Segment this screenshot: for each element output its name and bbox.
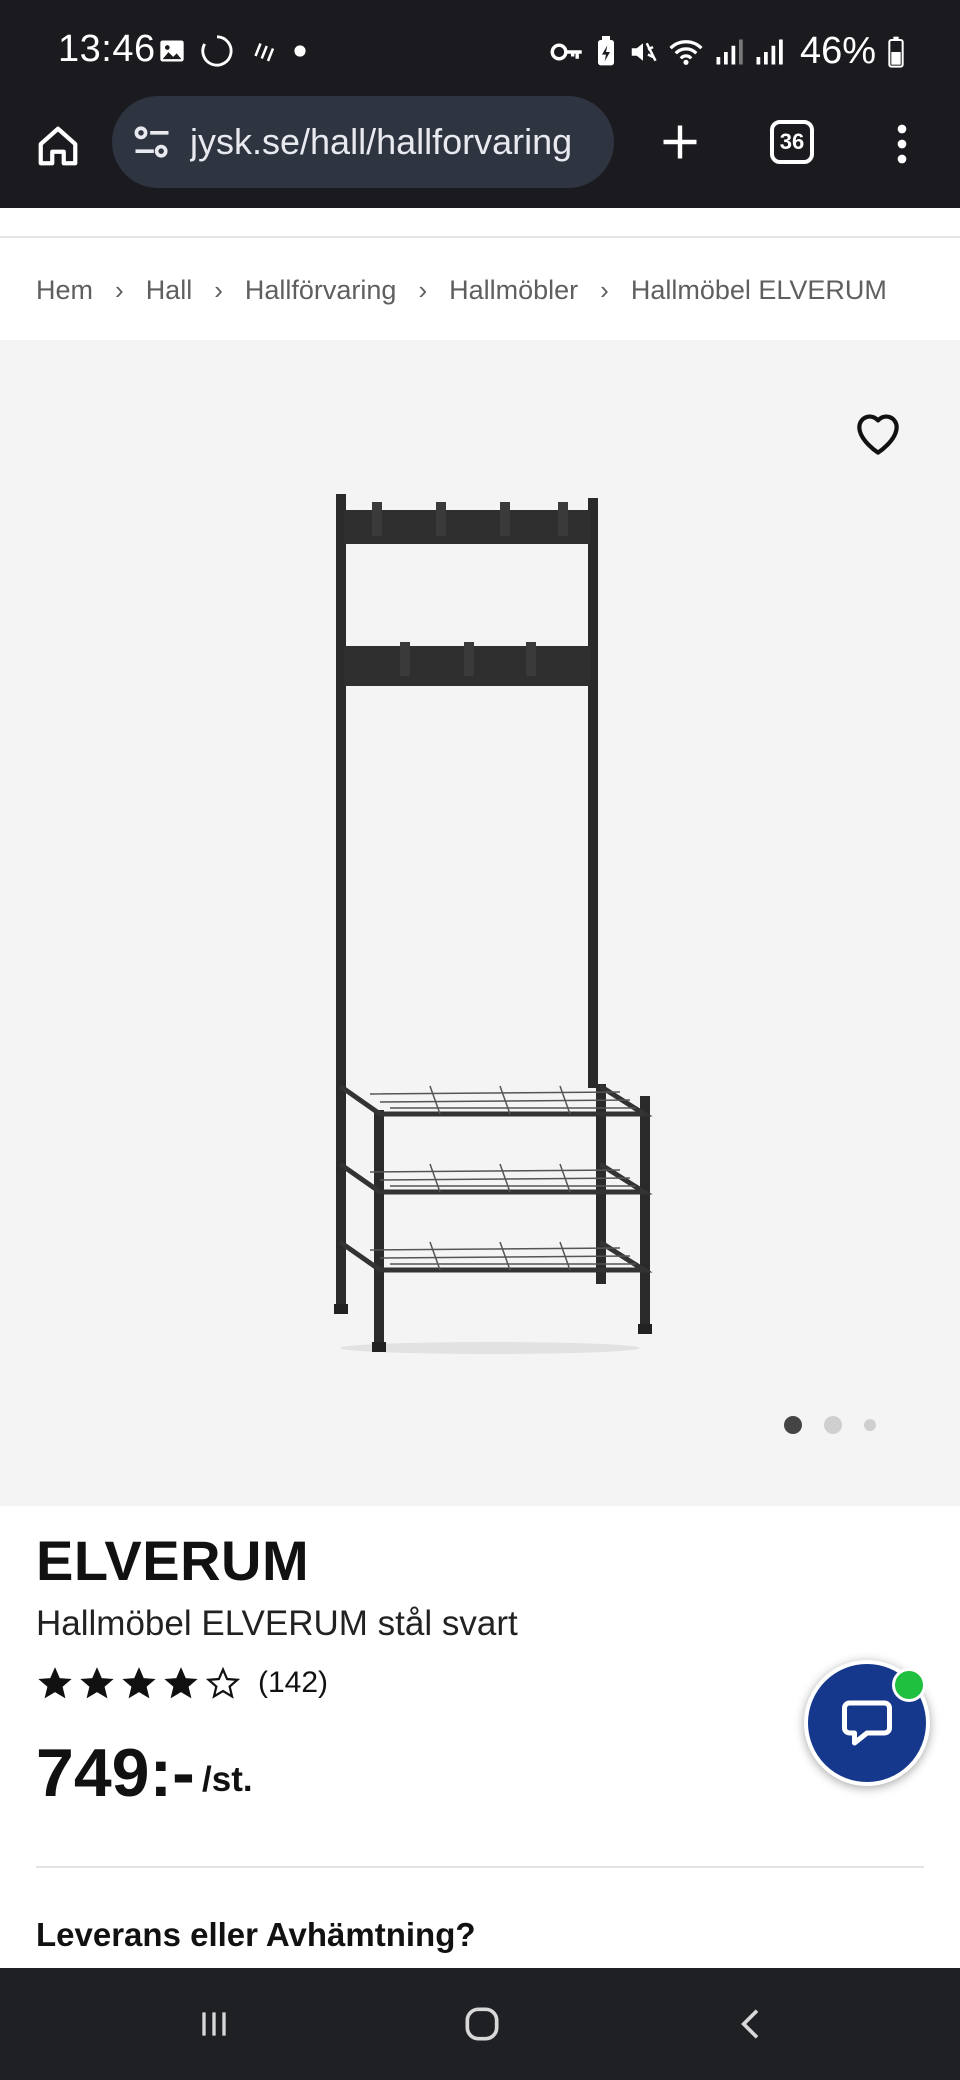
data-saver-icon [254, 43, 275, 62]
product-name: Hallmöbel ELVERUM stål svart [36, 1604, 518, 1643]
browser-chrome: 13:46 46% jysk.se/hall/hallforvaring 36 [0, 0, 960, 208]
new-tab-button[interactable] [650, 112, 710, 172]
battery-saver-icon [597, 35, 614, 65]
breadcrumb-item-hallmobler[interactable]: Hallmöbler [449, 275, 578, 306]
star-filled-icon [38, 1667, 72, 1699]
status-icons-right: 46% [550, 30, 906, 73]
breadcrumb-separator: › [214, 274, 223, 305]
url-text[interactable]: jysk.se/hall/hallforvaring [190, 121, 572, 163]
chat-online-indicator [892, 1668, 926, 1702]
breadcrumb-separator: › [418, 274, 428, 305]
breadcrumb-separator: › [115, 274, 124, 305]
product-price: 749:- [36, 1735, 195, 1811]
delivery-heading: Leverans eller Avhämtning? [36, 1916, 476, 1953]
site-settings-icon[interactable] [130, 120, 174, 164]
signal-icon [716, 39, 743, 64]
favorite-heart-icon[interactable] [850, 406, 906, 462]
breadcrumb-separator: › [600, 274, 609, 305]
status-bar: 13:46 46% [0, 0, 960, 100]
wifi-icon [669, 39, 703, 65]
status-icons-left [158, 34, 308, 68]
breadcrumb: Hem › Hall › Hallförvaring › Hallmöbler … [36, 268, 926, 312]
star-filled-icon [122, 1667, 156, 1699]
breadcrumb-item-hallforvaring[interactable]: Hallförvaring [245, 275, 397, 306]
home-nav-button[interactable] [452, 1994, 512, 2054]
breadcrumb-item-current: Hallmöbel ELVERUM [630, 274, 887, 305]
more-vert-icon [897, 124, 907, 164]
section-divider [36, 1866, 924, 1868]
browser-toolbar: jysk.se/hall/hallforvaring 36 [0, 96, 960, 208]
review-count[interactable]: (142) [258, 1666, 328, 1700]
breadcrumb-item-hem[interactable]: Hem [36, 275, 93, 306]
home-button[interactable] [28, 116, 88, 176]
mute-icon [631, 42, 657, 61]
star-empty-icon [205, 1666, 241, 1699]
product-rating[interactable]: (142) [36, 1664, 328, 1702]
product-brand: ELVERUM [36, 1529, 310, 1592]
price-unit: /st. [202, 1760, 253, 1799]
dot-icon [294, 45, 306, 57]
status-time: 13:46 [58, 28, 156, 70]
signal-icon [756, 39, 783, 64]
gallery-pagination [784, 1416, 876, 1434]
star-filled-icon [80, 1667, 114, 1699]
url-bar[interactable]: jysk.se/hall/hallforvaring [112, 96, 614, 188]
home-icon [38, 126, 78, 166]
recents-icon [202, 2012, 226, 2036]
plus-icon [663, 125, 697, 159]
gallery-dot[interactable] [864, 1419, 876, 1431]
tab-switcher-button[interactable]: 36 [770, 120, 814, 164]
star-filled-icon [164, 1667, 198, 1699]
product-image [334, 494, 653, 1354]
gallery-dot-active[interactable] [784, 1416, 802, 1434]
chat-bubble-icon [842, 1700, 892, 1746]
gallery-dot[interactable] [824, 1416, 842, 1434]
back-icon [741, 2009, 759, 2039]
browser-menu-button[interactable] [880, 114, 924, 174]
header-divider [0, 236, 960, 238]
gallery-icon [160, 40, 184, 62]
back-button[interactable] [722, 1994, 782, 2054]
loading-icon [201, 35, 233, 67]
battery-percent: 46% [799, 30, 876, 72]
system-nav-bar [0, 1968, 960, 2080]
breadcrumb-item-hall[interactable]: Hall [146, 275, 193, 306]
home-nav-icon [465, 2007, 499, 2041]
battery-icon [888, 36, 904, 68]
recents-button[interactable] [184, 1994, 244, 2054]
key-icon [550, 43, 582, 60]
